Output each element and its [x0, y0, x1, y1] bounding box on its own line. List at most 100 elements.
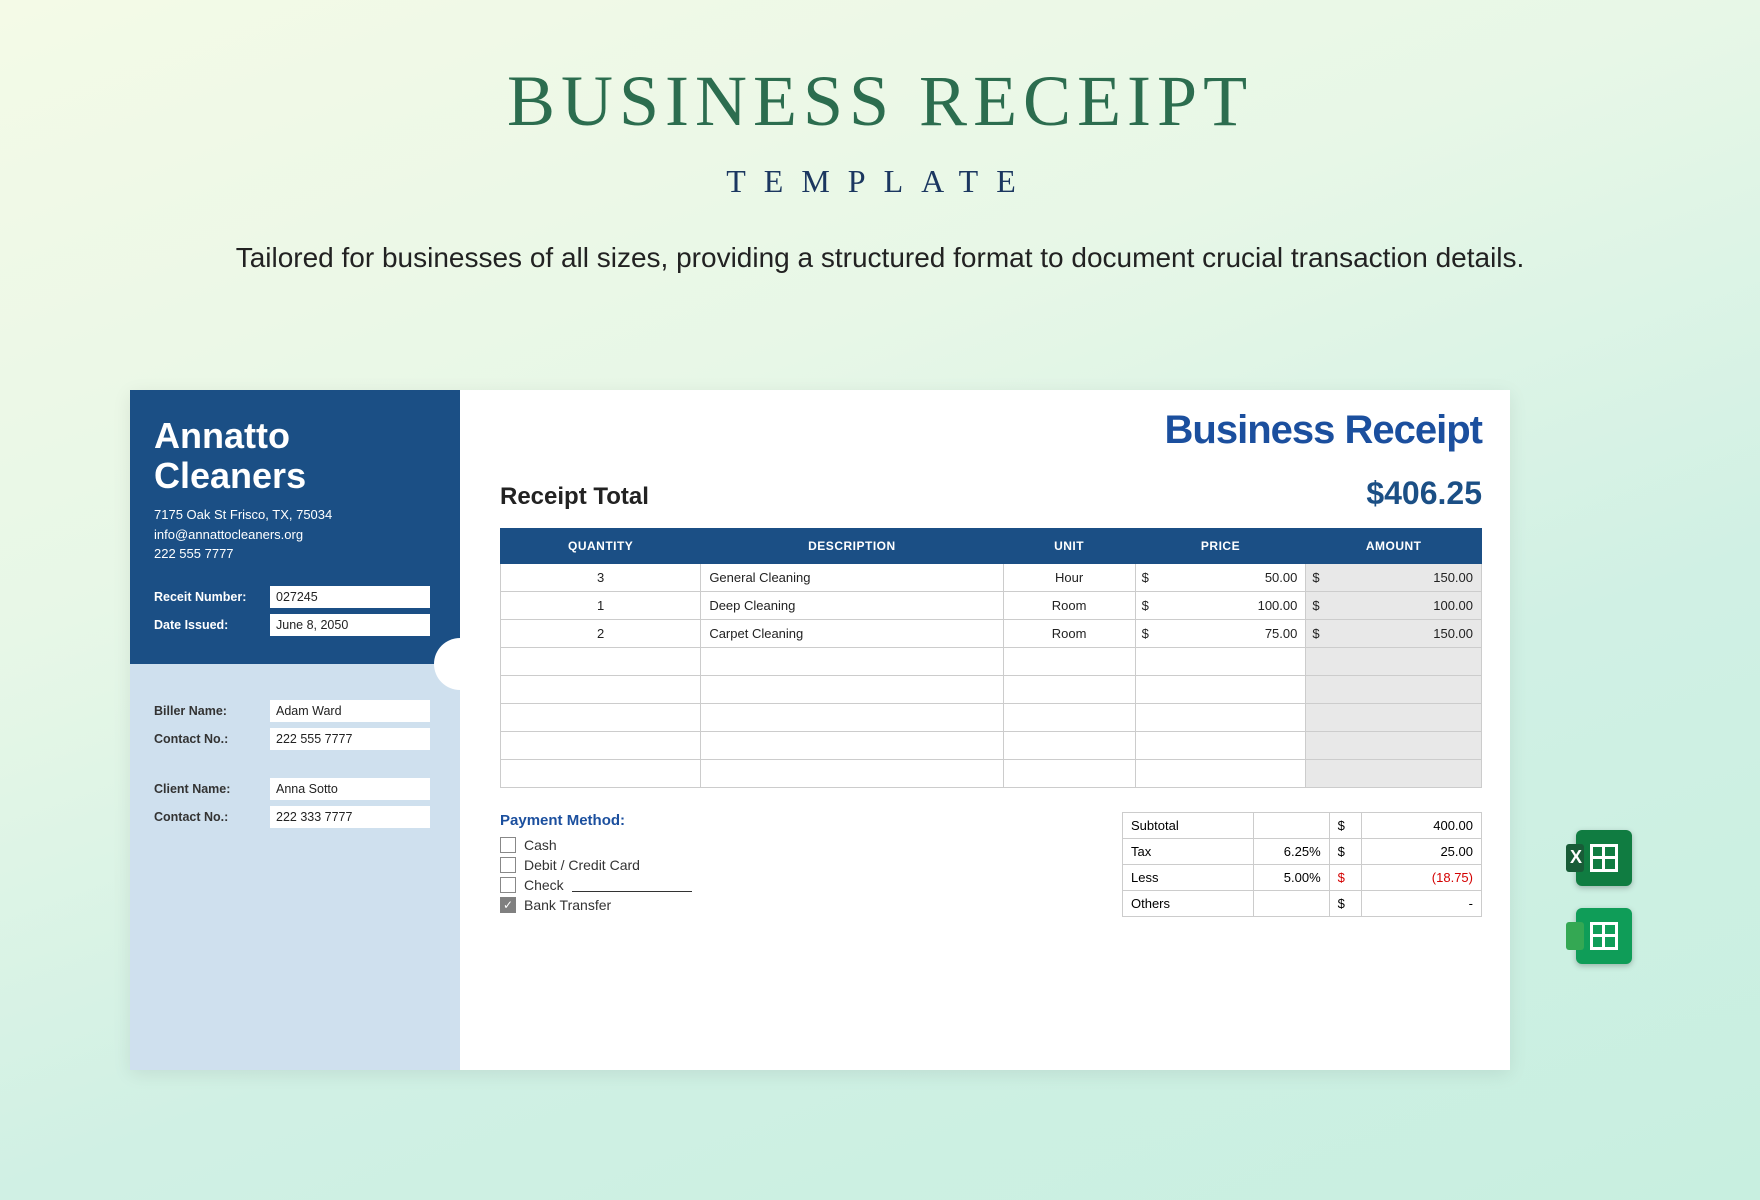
cell-desc[interactable] — [701, 648, 1003, 676]
receipt-number-field[interactable]: 027245 — [270, 586, 430, 608]
cell-desc[interactable]: Deep Cleaning — [701, 592, 1003, 620]
payment-option-label: Bank Transfer — [524, 897, 611, 913]
cell-unit[interactable]: Hour — [1003, 564, 1135, 592]
payment-option-label: Cash — [524, 837, 557, 853]
totals-pct — [1253, 813, 1329, 839]
cell-price[interactable] — [1135, 760, 1306, 788]
payment-option-label: Check — [524, 877, 564, 893]
table-row — [501, 676, 1482, 704]
cell-price[interactable] — [1135, 704, 1306, 732]
totals-currency: $ — [1329, 891, 1362, 917]
payment-method-section: Payment Method: Cash Debit / Credit Card C… — [500, 812, 692, 917]
totals-table: Subtotal$400.00Tax6.25%$25.00Less5.00%$(… — [1122, 812, 1482, 917]
cell-unit[interactable] — [1003, 676, 1135, 704]
client-contact-field[interactable]: 222 333 7777 — [270, 806, 430, 828]
table-row: 1 Deep Cleaning Room $100.00 $100.00 — [501, 592, 1482, 620]
cell-qty[interactable]: 3 — [501, 564, 701, 592]
cell-price[interactable] — [1135, 676, 1306, 704]
payment-method-label: Payment Method: — [500, 812, 692, 829]
page-description: Tailored for businesses of all sizes, pr… — [0, 242, 1760, 274]
receipt-card: Annatto Cleaners 7175 Oak St Frisco, TX,… — [130, 390, 1510, 1070]
line-items-table: QUANTITY DESCRIPTION UNIT PRICE AMOUNT 3… — [500, 528, 1482, 788]
company-name: Annatto Cleaners — [154, 416, 436, 495]
cell-price[interactable]: $100.00 — [1135, 592, 1306, 620]
cell-qty[interactable]: 2 — [501, 620, 701, 648]
cell-amount — [1306, 704, 1482, 732]
company-meta: 7175 Oak St Frisco, TX, 75034 info@annat… — [154, 505, 436, 564]
cell-unit[interactable] — [1003, 648, 1135, 676]
totals-row: Subtotal$400.00 — [1123, 813, 1482, 839]
cell-unit[interactable]: Room — [1003, 620, 1135, 648]
biller-contact-label: Contact No.: — [154, 732, 262, 746]
biller-name-label: Biller Name: — [154, 704, 262, 718]
totals-row: Others$- — [1123, 891, 1482, 917]
cell-price[interactable]: $75.00 — [1135, 620, 1306, 648]
cell-amount: $100.00 — [1306, 592, 1482, 620]
company-address: 7175 Oak St Frisco, TX, 75034 — [154, 505, 436, 525]
cell-desc[interactable] — [701, 676, 1003, 704]
col-unit: UNIT — [1003, 529, 1135, 564]
cell-price[interactable] — [1135, 732, 1306, 760]
cell-unit[interactable] — [1003, 760, 1135, 788]
totals-label: Others — [1123, 891, 1254, 917]
biller-name-field[interactable]: Adam Ward — [270, 700, 430, 722]
checkbox-icon[interactable] — [500, 857, 516, 873]
contact-panel: Biller Name: Adam Ward Contact No.: 222 … — [130, 664, 460, 1070]
notch-decor — [434, 638, 486, 690]
receipt-main: Business Receipt Receipt Total $406.25 Q… — [460, 390, 1510, 1070]
client-name-label: Client Name: — [154, 782, 262, 796]
google-sheets-icon[interactable] — [1576, 908, 1632, 964]
cell-desc[interactable] — [701, 704, 1003, 732]
check-number-line[interactable] — [572, 878, 692, 892]
totals-label: Tax — [1123, 839, 1254, 865]
cell-qty[interactable] — [501, 704, 701, 732]
col-quantity: QUANTITY — [501, 529, 701, 564]
table-row — [501, 732, 1482, 760]
totals-pct — [1253, 891, 1329, 917]
cell-amount: $150.00 — [1306, 564, 1482, 592]
cell-desc[interactable]: General Cleaning — [701, 564, 1003, 592]
cell-price[interactable]: $50.00 — [1135, 564, 1306, 592]
col-description: DESCRIPTION — [701, 529, 1003, 564]
totals-value: (18.75) — [1362, 865, 1482, 891]
totals-currency: $ — [1329, 813, 1362, 839]
payment-option[interactable]: Check — [500, 877, 692, 893]
cell-amount — [1306, 676, 1482, 704]
checkbox-icon[interactable] — [500, 837, 516, 853]
payment-option[interactable]: Debit / Credit Card — [500, 857, 692, 873]
cell-unit[interactable] — [1003, 732, 1135, 760]
cell-desc[interactable]: Carpet Cleaning — [701, 620, 1003, 648]
cell-desc[interactable] — [701, 732, 1003, 760]
page-subtitle: TEMPLATE — [0, 163, 1760, 200]
biller-contact-field[interactable]: 222 555 7777 — [270, 728, 430, 750]
table-row — [501, 648, 1482, 676]
checkbox-icon[interactable] — [500, 877, 516, 893]
date-issued-field[interactable]: June 8, 2050 — [270, 614, 430, 636]
payment-option[interactable]: ✓ Bank Transfer — [500, 897, 692, 913]
table-row — [501, 760, 1482, 788]
cell-desc[interactable] — [701, 760, 1003, 788]
cell-amount — [1306, 648, 1482, 676]
cell-qty[interactable]: 1 — [501, 592, 701, 620]
cell-qty[interactable] — [501, 732, 701, 760]
client-name-field[interactable]: Anna Sotto — [270, 778, 430, 800]
cell-qty[interactable] — [501, 648, 701, 676]
totals-row: Tax6.25%$25.00 — [1123, 839, 1482, 865]
cell-price[interactable] — [1135, 648, 1306, 676]
totals-currency: $ — [1329, 839, 1362, 865]
cell-qty[interactable] — [501, 676, 701, 704]
cell-qty[interactable] — [501, 760, 701, 788]
totals-currency: $ — [1329, 865, 1362, 891]
date-issued-label: Date Issued: — [154, 618, 262, 632]
totals-pct: 5.00% — [1253, 865, 1329, 891]
cell-amount — [1306, 732, 1482, 760]
checkbox-icon[interactable]: ✓ — [500, 897, 516, 913]
totals-pct: 6.25% — [1253, 839, 1329, 865]
cell-unit[interactable] — [1003, 704, 1135, 732]
payment-option-label: Debit / Credit Card — [524, 857, 640, 873]
excel-icon[interactable]: X — [1576, 830, 1632, 886]
receipt-number-label: Receit Number: — [154, 590, 262, 604]
cell-unit[interactable]: Room — [1003, 592, 1135, 620]
col-amount: AMOUNT — [1306, 529, 1482, 564]
payment-option[interactable]: Cash — [500, 837, 692, 853]
